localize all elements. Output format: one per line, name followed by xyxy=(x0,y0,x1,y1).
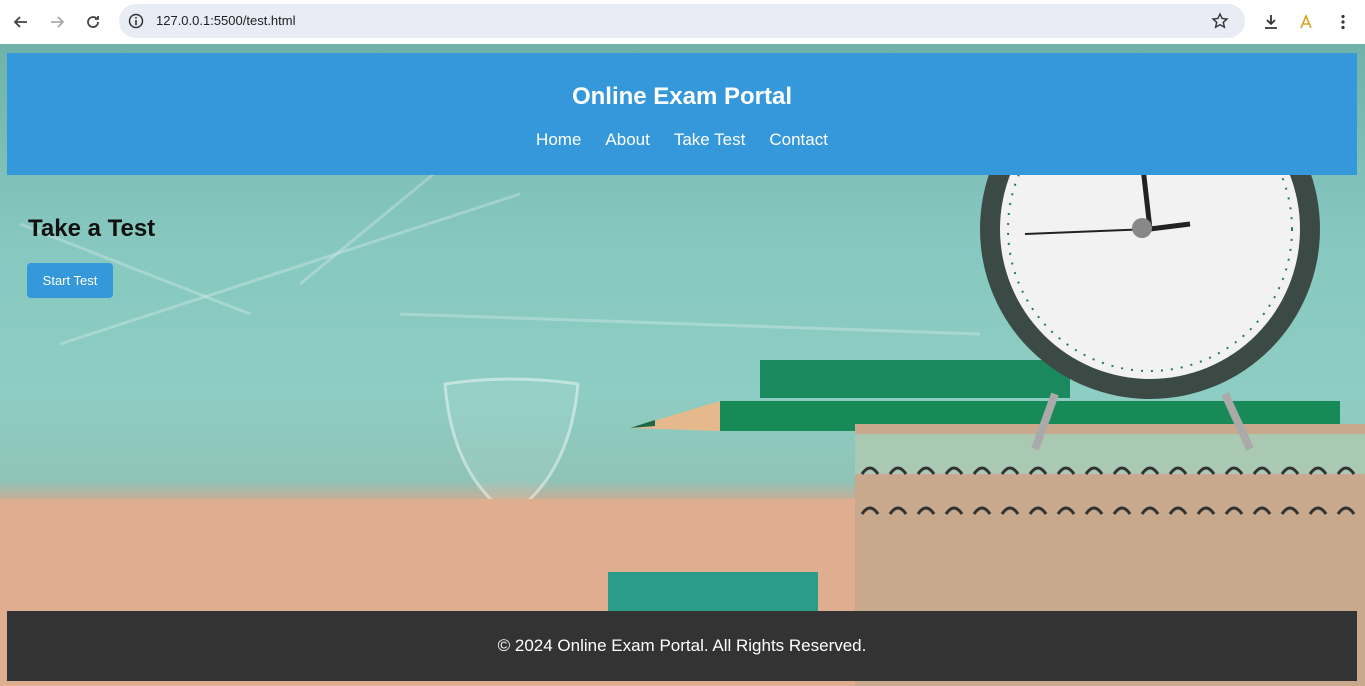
site-header: Online Exam Portal Home About Take Test … xyxy=(7,53,1357,175)
extension-icon[interactable] xyxy=(1295,11,1317,33)
reload-icon[interactable] xyxy=(82,11,104,33)
nav-link-contact[interactable]: Contact xyxy=(769,130,828,150)
back-icon[interactable] xyxy=(10,11,32,33)
download-icon[interactable] xyxy=(1260,11,1282,33)
menu-icon[interactable] xyxy=(1332,11,1354,33)
nav-link-take-test[interactable]: Take Test xyxy=(674,130,746,150)
forward-icon[interactable] xyxy=(46,11,68,33)
nav-link-home[interactable]: Home xyxy=(536,130,581,150)
site-info-icon[interactable] xyxy=(128,13,144,29)
site-title: Online Exam Portal xyxy=(571,83,793,110)
site-footer: © 2024 Online Exam Portal. All Rights Re… xyxy=(7,611,1357,681)
main-nav: Home About Take Test Contact xyxy=(7,130,1357,150)
address-bar[interactable]: 127.0.0.1:5500/test.html xyxy=(119,4,1245,38)
nav-link-about[interactable]: About xyxy=(605,130,649,150)
bookmark-star-icon[interactable] xyxy=(1211,12,1229,30)
url-text[interactable]: 127.0.0.1:5500/test.html xyxy=(156,13,295,28)
browser-toolbar: 127.0.0.1:5500/test.html xyxy=(0,0,1365,44)
start-test-button[interactable]: Start Test xyxy=(27,263,113,298)
page-heading: Take a Test xyxy=(28,215,156,242)
copyright-text: © 2024 Online Exam Portal. All Rights Re… xyxy=(497,636,867,655)
